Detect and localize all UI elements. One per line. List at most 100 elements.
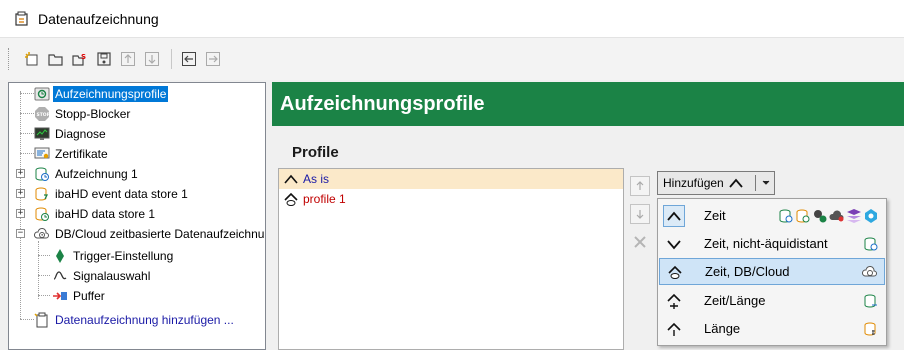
- menu-item-label: Zeit, DB/Cloud: [705, 264, 790, 279]
- list-item[interactable]: As is: [279, 169, 623, 189]
- tree-item-puffer[interactable]: Puffer: [52, 286, 107, 306]
- cloud-profile-icon: [283, 191, 299, 207]
- tree-item-ibahd-event-data-store[interactable]: ibaHD event data store 1: [34, 184, 190, 204]
- tree-item-label: Trigger-Einstellung: [73, 249, 174, 263]
- supported-targets: [862, 293, 879, 309]
- recording-target-icon: [864, 237, 878, 250]
- delete-button[interactable]: [630, 232, 650, 252]
- tree-item-db-cloud[interactable]: DB/Cloud zeitbasierte Datenaufzeichnung: [34, 224, 266, 244]
- tree-item-label: Zertifikate: [55, 147, 108, 161]
- tree-line: [38, 295, 50, 296]
- menu-item-zeit[interactable]: Zeit: [659, 202, 885, 229]
- app-icon: [14, 11, 30, 27]
- tree-item-zertifikate[interactable]: Zertifikate: [34, 144, 110, 164]
- tree-line: [20, 133, 34, 134]
- export-icon[interactable]: S: [69, 48, 91, 70]
- tree-item-label: Aufzeichnungsprofile: [53, 86, 169, 102]
- tree-item-label: Datenaufzeichnung hinzufügen ...: [55, 313, 234, 327]
- new-icon[interactable]: [21, 48, 43, 70]
- expand-toggle[interactable]: +: [16, 169, 25, 178]
- time-length-icon: [663, 290, 685, 312]
- tree-item-stopp-blocker[interactable]: STOP Stopp-Blocker: [34, 104, 132, 124]
- tree-item-label: ibaHD data store 1: [55, 207, 156, 221]
- expand-toggle[interactable]: +: [16, 189, 25, 198]
- cloud-target-icon: [829, 209, 844, 221]
- toolbar-grip: [8, 48, 11, 70]
- ibahd-target-icon: [796, 209, 810, 222]
- menu-item-zeit-laenge[interactable]: Zeit/Länge: [659, 287, 885, 314]
- expand-right-icon[interactable]: [202, 48, 224, 70]
- length-icon: [663, 318, 685, 340]
- svg-text:STOP: STOP: [37, 112, 51, 118]
- delete-icon: [634, 236, 646, 248]
- page-title: Aufzeichnungsprofile: [280, 92, 485, 115]
- chevron-down-icon[interactable]: [758, 172, 774, 194]
- tree-item-signalauswahl[interactable]: Signalauswahl: [52, 266, 152, 286]
- svg-text:S: S: [81, 53, 86, 61]
- kafka-target-icon: [847, 208, 861, 223]
- tree-item-add-recording[interactable]: Datenaufzeichnung hinzufügen ...: [34, 310, 236, 330]
- open-folder-icon[interactable]: [45, 48, 67, 70]
- menu-item-laenge[interactable]: Länge: [659, 315, 885, 342]
- main-panel: Aufzeichnungsprofile Profile As is profi…: [272, 82, 904, 350]
- tree-line: [20, 319, 34, 320]
- list-item[interactable]: profile 1: [279, 189, 623, 209]
- toolbar-separator: [171, 49, 172, 69]
- move-down-button[interactable]: [630, 204, 650, 224]
- arrow-up-icon: [636, 181, 644, 190]
- save-icon[interactable]: [93, 48, 115, 70]
- add-split-button[interactable]: Hinzufügen: [657, 171, 775, 195]
- section-title: Profile: [292, 144, 339, 161]
- page-banner: Aufzeichnungsprofile: [272, 82, 904, 126]
- tree-line: [20, 93, 34, 94]
- recording-target-icon: [779, 209, 793, 222]
- expand-toggle[interactable]: +: [16, 209, 25, 218]
- tree-item-label: Aufzeichnung 1: [55, 167, 138, 181]
- tree-item-trigger-einstellung[interactable]: Trigger-Einstellung: [52, 246, 175, 266]
- menu-item-zeit-db-cloud[interactable]: Zeit, DB/Cloud: [659, 258, 885, 285]
- hd-event-target-icon: [814, 209, 827, 222]
- mqtt-target-icon: [865, 208, 877, 223]
- tree-item-label: Puffer: [73, 289, 105, 303]
- event-store-icon: [34, 186, 50, 202]
- cloud-store-icon: [34, 226, 50, 242]
- profiles-icon: [34, 86, 50, 102]
- collapse-toggle[interactable]: −: [16, 229, 25, 238]
- data-store-icon: [34, 206, 50, 222]
- supported-targets: [861, 264, 878, 280]
- tree-line: [38, 275, 50, 276]
- menu-item-zeit-nicht-aequidistant[interactable]: Zeit, nicht-äquidistant: [659, 230, 885, 257]
- cloud-profile-icon: [664, 261, 686, 283]
- certificate-icon: [34, 146, 50, 162]
- tree-item-label: Stopp-Blocker: [55, 107, 131, 121]
- supported-targets: [862, 321, 879, 337]
- profile-list[interactable]: As is profile 1: [278, 168, 624, 350]
- tree-line: [38, 255, 50, 256]
- split-separator: [755, 175, 756, 191]
- add-button-label: Hinzufügen: [663, 176, 724, 190]
- stop-icon: STOP: [34, 106, 50, 122]
- move-down-icon[interactable]: [141, 48, 163, 70]
- profile-label: As is: [303, 172, 330, 186]
- window-title: Datenaufzeichnung: [38, 10, 159, 27]
- toolbar: S: [0, 38, 904, 80]
- menu-item-label: Zeit: [704, 208, 726, 223]
- time-profile-icon: [283, 171, 299, 187]
- time-non-equidistant-icon: [663, 233, 685, 255]
- trigger-icon: [52, 248, 68, 264]
- tree-item-diagnose[interactable]: Diagnose: [34, 124, 108, 144]
- tree-item-ibahd-data-store[interactable]: ibaHD data store 1: [34, 204, 157, 224]
- title-bar: Datenaufzeichnung: [0, 0, 904, 38]
- move-up-button[interactable]: [630, 176, 650, 196]
- menu-item-label: Zeit/Länge: [704, 293, 766, 308]
- signal-icon: [52, 268, 68, 284]
- supported-targets: [862, 236, 879, 252]
- tree-item-aufzeichnungsprofile[interactable]: Aufzeichnungsprofile: [34, 84, 169, 104]
- tree-item-label: DB/Cloud zeitbasierte Datenaufzeichnung: [55, 227, 266, 241]
- tree-line: [20, 91, 21, 319]
- collapse-left-icon[interactable]: [178, 48, 200, 70]
- cloud-store-icon: [862, 265, 877, 276]
- tree-item-aufzeichnung-1[interactable]: Aufzeichnung 1: [34, 164, 140, 184]
- move-up-icon[interactable]: [117, 48, 139, 70]
- time-profile-icon: [663, 204, 685, 227]
